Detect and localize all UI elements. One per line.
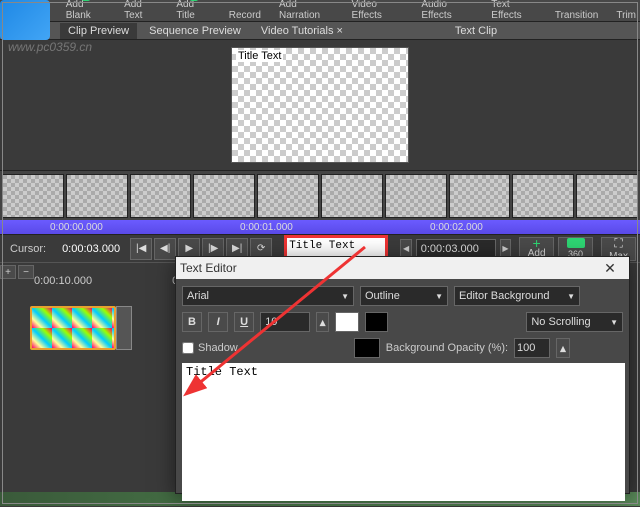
tool-text-effects[interactable]: Text Effects: [491, 0, 537, 21]
tool-label: Video Effects: [352, 0, 404, 21]
thumb[interactable]: [385, 174, 447, 218]
tool-record[interactable]: Record: [229, 10, 261, 21]
filmstrip: [0, 170, 640, 220]
thumb[interactable]: [321, 174, 383, 218]
text-clip-label: Text Clip: [455, 25, 497, 37]
italic-button[interactable]: I: [208, 312, 228, 332]
tool-label: Add Narration: [279, 0, 334, 21]
zoom-out-button[interactable]: −: [18, 265, 34, 279]
tool-label: Add Blank: [66, 0, 106, 21]
tool-add-text[interactable]: Add Text: [124, 0, 158, 21]
clip-handle[interactable]: [116, 306, 132, 350]
thumb[interactable]: [257, 174, 319, 218]
tab-clip-preview[interactable]: Clip Preview: [60, 23, 137, 39]
dialog-titlebar[interactable]: Text Editor ✕: [176, 257, 629, 279]
bg-select[interactable]: Editor Background▼: [454, 286, 580, 306]
size-step[interactable]: ▴: [316, 312, 329, 332]
time-marker: 0:00:00.000: [50, 222, 103, 233]
thumb[interactable]: [449, 174, 511, 218]
tab-sequence-preview[interactable]: Sequence Preview: [141, 23, 249, 39]
thumb[interactable]: [512, 174, 574, 218]
skip-start-button[interactable]: |◀: [130, 238, 152, 260]
scroll-select[interactable]: No Scrolling▼: [526, 312, 623, 332]
watermark: www.pc0359.cn: [8, 40, 92, 54]
tool-label: Record: [229, 10, 261, 21]
font-size-input[interactable]: [260, 312, 310, 332]
tool-add-blank[interactable]: Add Blank: [66, 0, 106, 21]
timeline-ruler[interactable]: 0:00:00.000 0:00:01.000 0:00:02.000: [0, 220, 640, 234]
preview-tabs: Clip Preview Sequence Preview Video Tuto…: [0, 22, 640, 40]
shadow-check-input[interactable]: [182, 342, 194, 354]
thumb[interactable]: [130, 174, 192, 218]
text-color-swatch[interactable]: [335, 312, 359, 332]
cursor-time: 0:00:03.000: [62, 243, 120, 255]
tool-label: Transition: [555, 10, 599, 21]
zoom-in-button[interactable]: +: [0, 265, 16, 279]
tool-label: Add Text: [124, 0, 158, 21]
thumb[interactable]: [66, 174, 128, 218]
close-button[interactable]: ✕: [595, 258, 625, 278]
thumb[interactable]: [193, 174, 255, 218]
thumb[interactable]: [576, 174, 638, 218]
opacity-input[interactable]: [514, 338, 550, 358]
tab-video-tutorials[interactable]: Video Tutorials ×: [253, 23, 351, 39]
text-editor-canvas[interactable]: Title Text: [182, 363, 625, 501]
tool-label: Audio Effects: [421, 0, 473, 21]
tool-label: Text Effects: [491, 0, 537, 21]
text-editor-dialog: Text Editor ✕ Arial▼ Outline▼ Editor Bac…: [175, 256, 630, 494]
tool-trim[interactable]: Trim: [616, 10, 636, 21]
outline-select[interactable]: Outline▼: [360, 286, 448, 306]
time-marker: 0:00:01.000: [240, 222, 293, 233]
font-select[interactable]: Arial▼: [182, 286, 354, 306]
clip-thumbnail[interactable]: [30, 306, 116, 350]
bold-button[interactable]: B: [182, 312, 202, 332]
bg-color-swatch[interactable]: [354, 338, 380, 358]
cursor-label: Cursor:: [10, 243, 46, 255]
tool-audio-effects[interactable]: Audio Effects: [421, 0, 473, 21]
dialog-title: Text Editor: [180, 261, 237, 275]
tool-add-title[interactable]: Add Title: [176, 0, 210, 21]
opacity-step[interactable]: ▴: [556, 338, 570, 358]
preview-canvas[interactable]: Title Text: [231, 47, 409, 163]
tool-transition[interactable]: Transition: [555, 10, 599, 21]
preview-area: Title Text: [0, 40, 640, 170]
outline-color-swatch[interactable]: [365, 312, 389, 332]
thumb[interactable]: [2, 174, 64, 218]
logo-badge: [0, 0, 50, 40]
opacity-label: Background Opacity (%):: [386, 342, 508, 354]
step-back-button[interactable]: ◀|: [154, 238, 176, 260]
shadow-label: Shadow: [198, 342, 238, 354]
time-marker: 0:00:02.000: [430, 222, 483, 233]
tool-add-narration[interactable]: Add Narration: [279, 0, 334, 21]
tool-label: Add Title: [176, 0, 210, 21]
tool-video-effects[interactable]: Video Effects: [352, 0, 404, 21]
underline-button[interactable]: U: [234, 312, 254, 332]
tool-label: Trim: [616, 10, 636, 21]
preview-title-text: Title Text: [236, 50, 283, 62]
shadow-checkbox[interactable]: Shadow: [182, 342, 238, 354]
time-marker: 0:00:10.000: [34, 275, 92, 287]
main-toolbar: Add Object Add Blank Add Text Add Title …: [0, 0, 640, 22]
